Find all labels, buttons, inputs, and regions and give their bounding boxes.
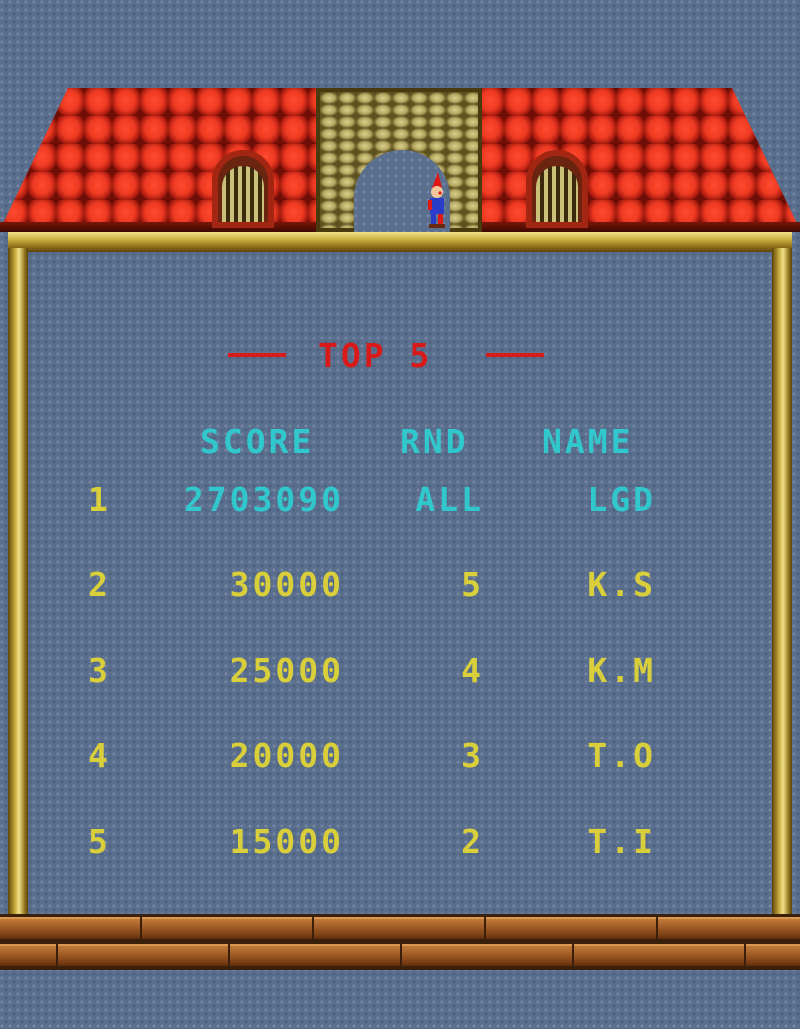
entry-name: K.M [587, 651, 656, 690]
entry-score: 20000 [229, 736, 344, 775]
entry-score: 2703090 [183, 480, 344, 519]
entry-rank: 1 [88, 480, 111, 519]
high-score-screen: TOP 5 SCORE RND NAME 1 2703090 ALL LGD 2… [0, 0, 800, 1029]
title-dash-left [228, 353, 286, 357]
entry-rank: 4 [88, 736, 111, 775]
entry-round: 2 [461, 822, 484, 861]
header-name: NAME [542, 422, 634, 461]
roof-window-left [212, 150, 274, 228]
entry-rank: 3 [88, 651, 111, 690]
header-round: RND [400, 422, 469, 461]
entry-name: T.I [587, 822, 656, 861]
scoreboard-title: TOP 5 [318, 336, 433, 375]
entry-round: 4 [461, 651, 484, 690]
entry-score: 30000 [229, 565, 344, 604]
entry-score: 15000 [229, 822, 344, 861]
roof-window-right [526, 150, 588, 228]
entry-name: K.S [587, 565, 656, 604]
entry-round: 5 [461, 565, 484, 604]
entry-rank: 5 [88, 822, 111, 861]
frame-left [8, 248, 28, 916]
frame-top [8, 232, 792, 252]
entry-name: LGD [587, 480, 656, 519]
title-dash-right [486, 353, 544, 357]
entry-round: ALL [415, 480, 484, 519]
entry-round: 3 [461, 736, 484, 775]
header-score: SCORE [200, 422, 315, 461]
entry-rank: 2 [88, 565, 111, 604]
clown-icon [428, 172, 445, 228]
entry-score: 25000 [229, 651, 344, 690]
frame-right [772, 248, 792, 916]
wooden-floor [0, 914, 800, 970]
entry-name: T.O [587, 736, 656, 775]
